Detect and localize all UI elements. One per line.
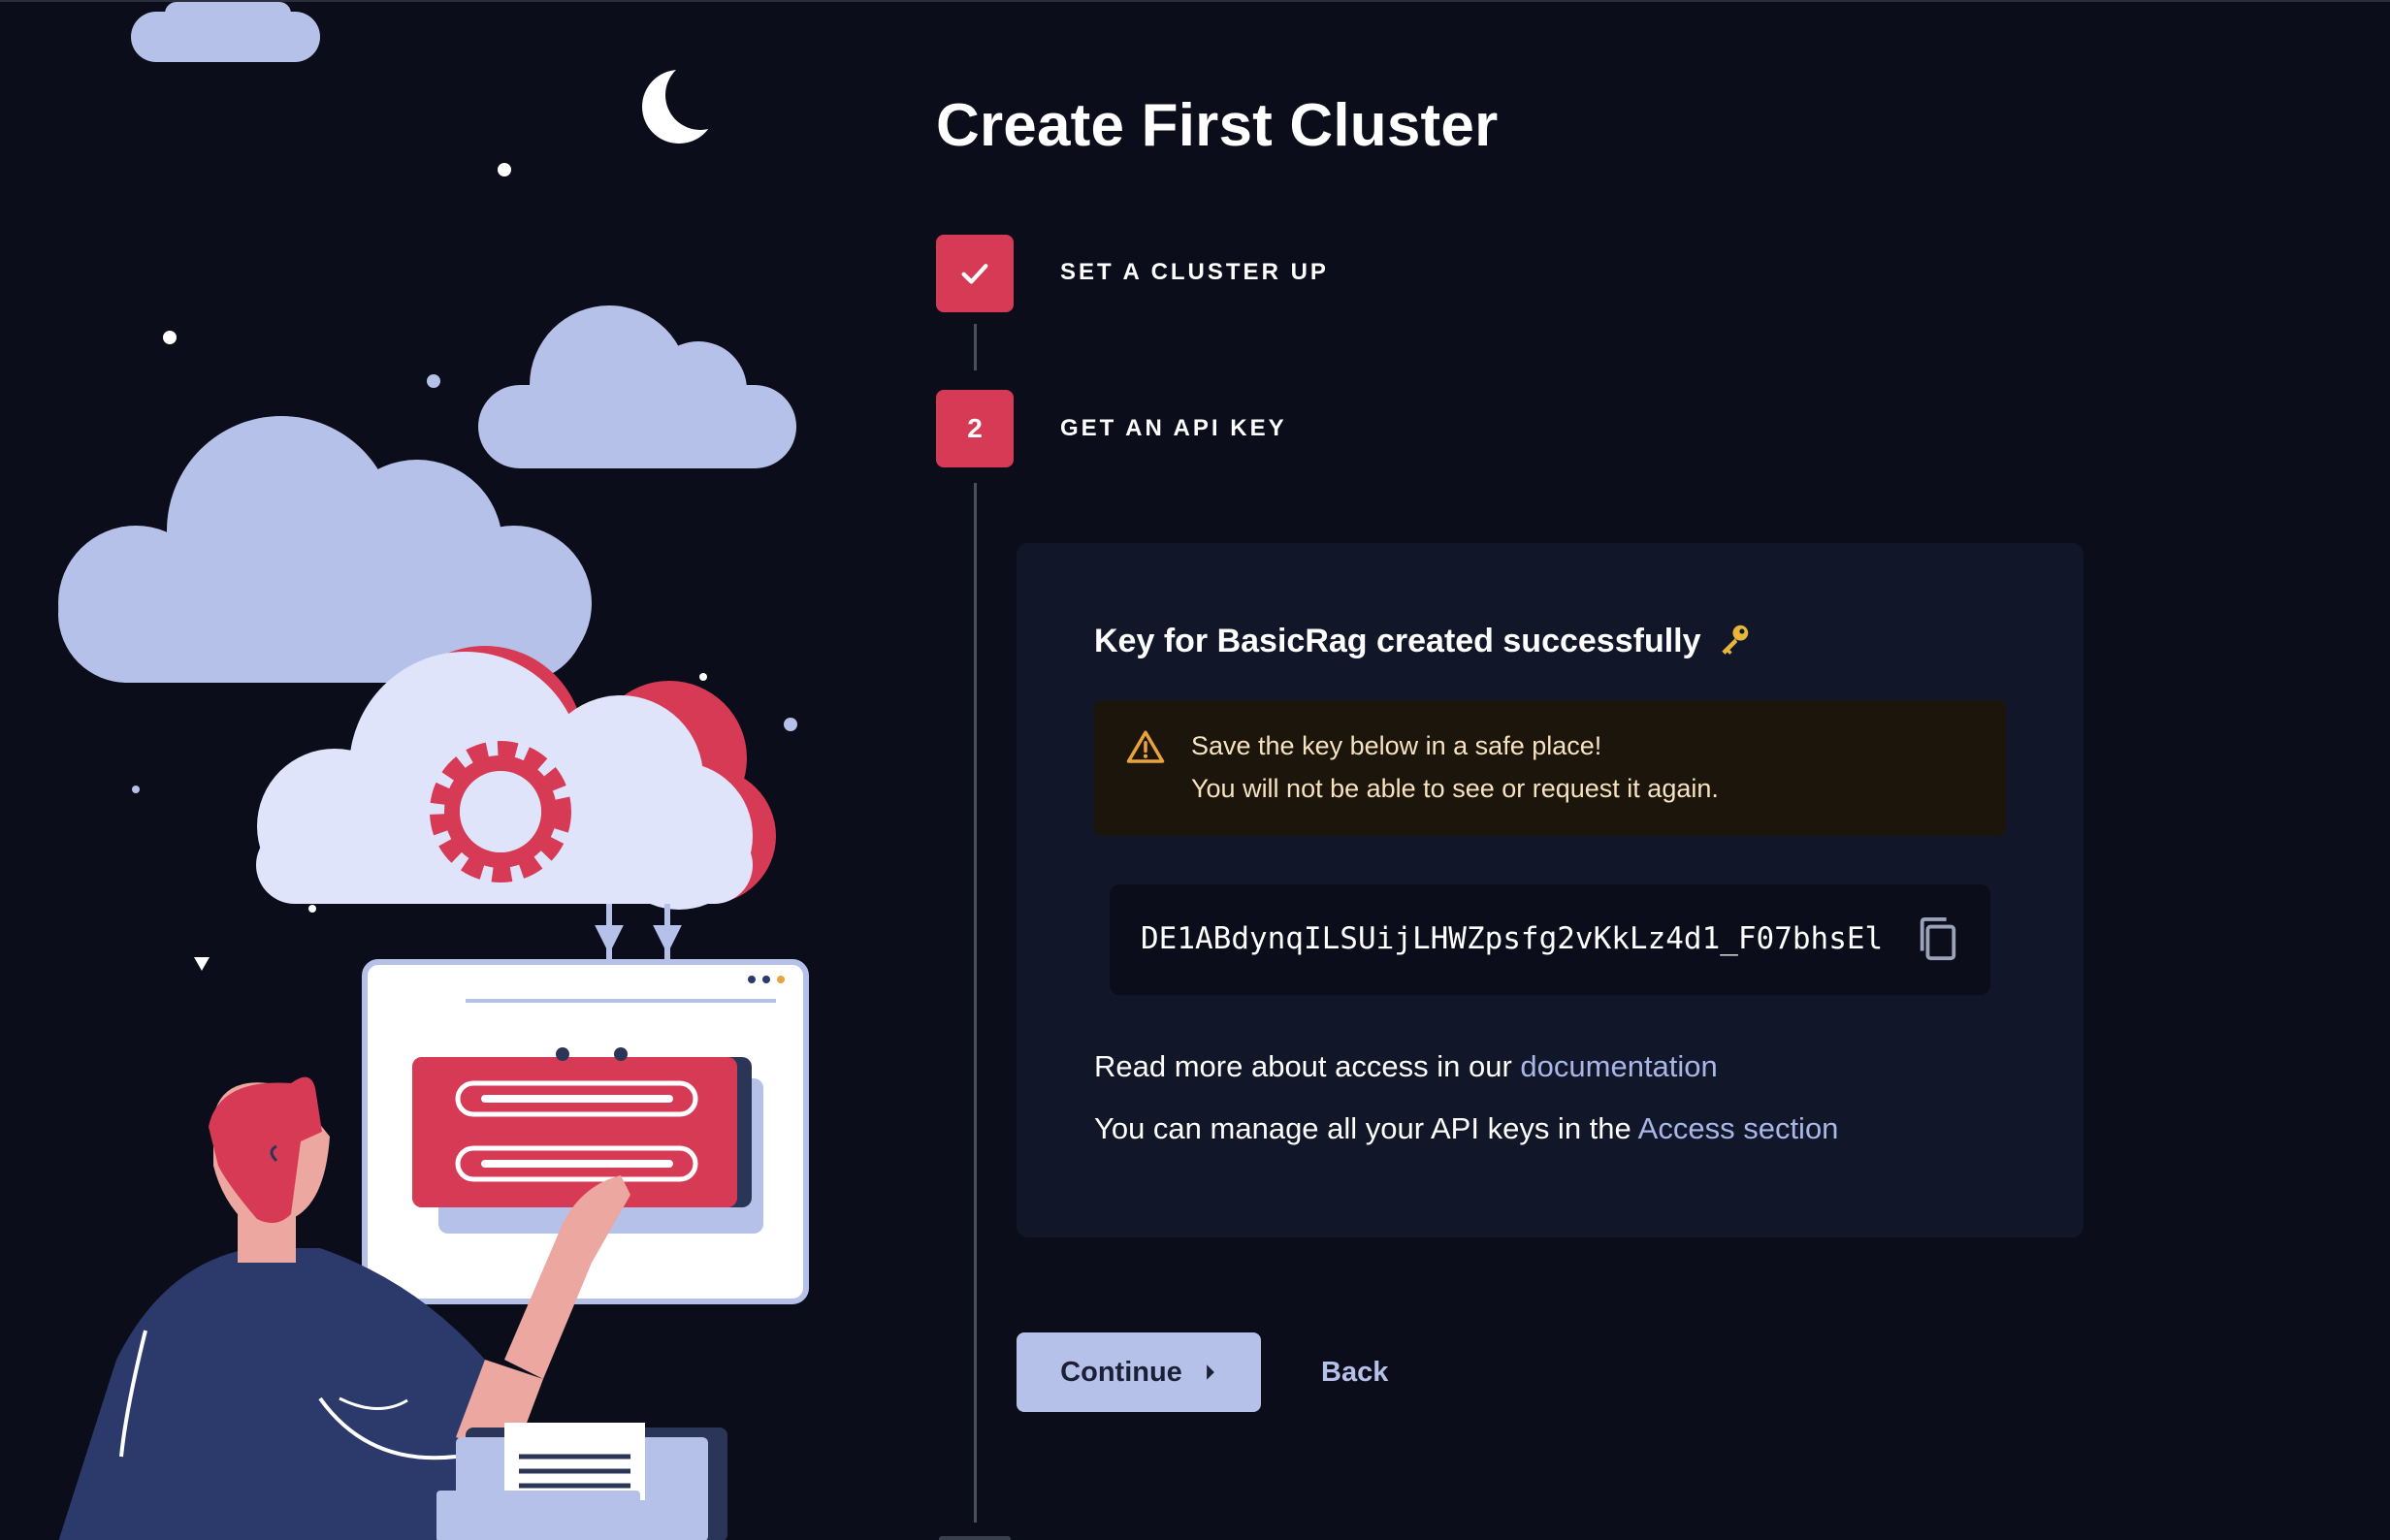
back-button[interactable]: Back xyxy=(1300,1332,1409,1412)
step-2-label: GET AN API KEY xyxy=(1060,415,1287,441)
warning-line-2: You will not be able to see or request i… xyxy=(1191,774,1719,803)
access-line: You can manage all your API keys in the … xyxy=(1094,1111,1838,1146)
continue-label: Continue xyxy=(1060,1356,1182,1388)
step-1-badge xyxy=(936,235,1014,312)
moon-icon xyxy=(642,60,735,144)
card-heading-text: Key for BasicRag created successfully xyxy=(1094,623,1701,659)
step-3-edge xyxy=(939,1536,1011,1540)
continue-button[interactable]: Continue xyxy=(1017,1332,1261,1412)
warning-banner: Save the key below in a safe place! You … xyxy=(1094,700,2006,836)
page-title: Create First Cluster xyxy=(936,92,1499,159)
step-1-label: SET A CLUSTER UP xyxy=(1060,259,1329,285)
step-2-badge: 2 xyxy=(936,390,1014,467)
cloud-illustration xyxy=(58,2,809,1540)
api-key-field[interactable]: DE1ABdynqILSUijLHWZpsfg2vKkLz4d1_F07bhsE… xyxy=(1110,884,1990,995)
docs-line-text: Read more about access in our xyxy=(1094,1049,1512,1083)
page: Create First Cluster SET A CLUSTER UP 2 … xyxy=(0,0,2390,1540)
card-heading: Key for BasicRag created successfully xyxy=(1094,621,1753,660)
docs-line: Read more about access in our documentat… xyxy=(1094,1049,1718,1084)
gear-cloud xyxy=(256,646,776,910)
key-icon xyxy=(1722,625,1749,655)
access-line-text: You can manage all your API keys in the xyxy=(1094,1111,1631,1145)
api-key-value[interactable]: DE1ABdynqILSUijLHWZpsfg2vKkLz4d1_F07bhsE… xyxy=(1141,921,1907,956)
step-connector xyxy=(974,324,977,370)
access-section-link[interactable]: Access section xyxy=(1638,1111,1839,1145)
caret-right-icon xyxy=(1206,1364,1214,1380)
step-2-content-line xyxy=(974,483,977,1523)
api-key-card: Key for BasicRag created successfully Sa… xyxy=(1017,543,2083,1237)
check-icon xyxy=(961,264,988,284)
copy-icon[interactable] xyxy=(1915,915,1959,964)
documentation-link[interactable]: documentation xyxy=(1520,1049,1717,1083)
warning-triangle-icon xyxy=(1126,730,1165,763)
medium-cloud xyxy=(478,305,796,468)
warning-line-1: Save the key below in a safe place! xyxy=(1191,731,1602,760)
small-cloud-top xyxy=(131,2,320,62)
